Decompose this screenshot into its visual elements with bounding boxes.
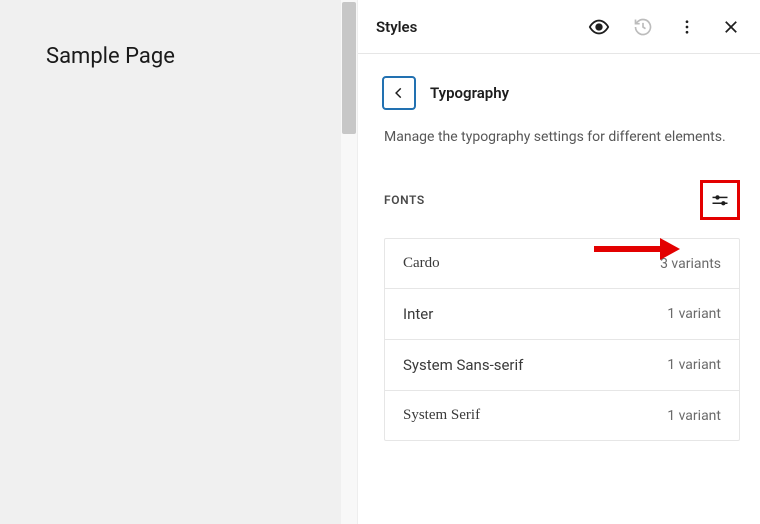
- styles-sidebar: Styles: [357, 0, 760, 524]
- font-row[interactable]: System Sans-serif 1 variant: [385, 340, 739, 391]
- fonts-list: Cardo 3 variants Inter 1 variant System …: [384, 238, 740, 441]
- sliders-icon: [710, 190, 730, 210]
- font-name: System Serif: [403, 407, 480, 424]
- revisions-icon[interactable]: [632, 16, 654, 38]
- font-row[interactable]: Inter 1 variant: [385, 289, 739, 340]
- font-variants: 1 variant: [667, 408, 721, 424]
- more-icon[interactable]: [676, 16, 698, 38]
- close-icon[interactable]: [720, 16, 742, 38]
- sidebar-title: Styles: [376, 18, 588, 36]
- back-button[interactable]: [382, 76, 416, 110]
- font-name: Inter: [403, 305, 433, 323]
- font-variants: 1 variant: [667, 306, 721, 322]
- scrollbar-thumb[interactable]: [342, 2, 356, 134]
- font-variants: 3 variants: [660, 256, 721, 272]
- fonts-label: FONTS: [384, 193, 425, 207]
- editor-canvas: Sample Page ▲: [0, 0, 357, 524]
- font-row[interactable]: System Serif 1 variant: [385, 391, 739, 440]
- section-description: Manage the typography settings for diffe…: [358, 126, 760, 174]
- sidebar-header: Styles: [358, 0, 760, 54]
- font-name: System Sans-serif: [403, 356, 523, 374]
- font-variants: 1 variant: [667, 357, 721, 373]
- stylebook-icon[interactable]: [588, 16, 610, 38]
- fonts-header: FONTS: [358, 174, 760, 230]
- manage-fonts-button[interactable]: [700, 180, 740, 220]
- font-name: Cardo: [403, 255, 440, 272]
- page-title: Sample Page: [46, 44, 357, 69]
- section-title: Typography: [430, 84, 509, 102]
- section-nav: Typography: [358, 54, 760, 126]
- scrollbar-track[interactable]: ▲: [341, 0, 357, 524]
- font-row[interactable]: Cardo 3 variants: [385, 239, 739, 289]
